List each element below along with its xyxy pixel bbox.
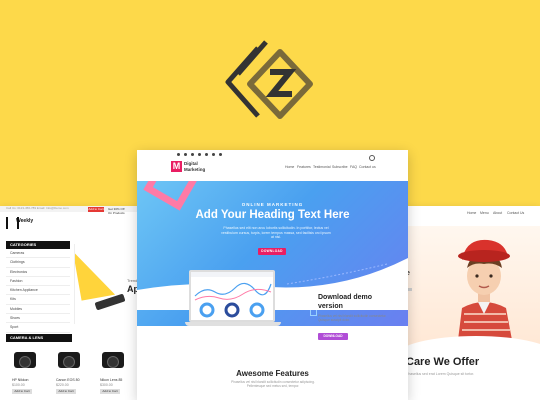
add-to-cart-button[interactable]: Add to Cart bbox=[12, 389, 32, 394]
category-item[interactable]: Clothings bbox=[6, 258, 70, 268]
product-price: $100.00 bbox=[12, 383, 25, 387]
facebook-icon[interactable] bbox=[177, 153, 180, 156]
category-item[interactable]: Kits bbox=[6, 295, 70, 305]
nav-item[interactable]: Contact Us bbox=[507, 211, 524, 215]
download-button[interactable]: DOWNLOAD bbox=[318, 333, 348, 340]
site-logo-text: Marketing bbox=[184, 167, 206, 172]
promo-banner[interactable]: Trend Ap bbox=[74, 244, 140, 324]
rss-icon[interactable] bbox=[219, 153, 222, 156]
product-card[interactable]: Canon EOS 80 $220.00 Add to Cart bbox=[52, 346, 88, 400]
square-outline-shape bbox=[310, 309, 317, 316]
hero-lead: Phasellus sed elit non arcu lobortis sol… bbox=[221, 226, 331, 239]
instagram-icon[interactable] bbox=[205, 153, 208, 156]
hero-heading: Add Your Heading Text Here bbox=[195, 209, 350, 221]
lens-icon bbox=[63, 356, 75, 368]
download-title: Download demo version bbox=[318, 294, 373, 310]
laptop-base bbox=[185, 322, 281, 326]
nav-item[interactable]: Features bbox=[297, 165, 311, 169]
promo-line: On Products bbox=[108, 211, 125, 215]
yellow-shape bbox=[75, 245, 116, 301]
child-photo bbox=[458, 239, 512, 340]
category-item[interactable]: Electronics bbox=[6, 268, 70, 277]
nav-item[interactable]: Contact us bbox=[359, 165, 376, 169]
store-preview-card[interactable]: Call Us: 0123-456-789 Email: Info@Demo.c… bbox=[0, 206, 140, 400]
features-title: Awesome Features bbox=[236, 369, 309, 378]
nav-item[interactable]: About bbox=[493, 211, 502, 215]
linkedin-icon[interactable] bbox=[191, 153, 194, 156]
product-name: Canon EOS 80 bbox=[56, 378, 80, 382]
store-brand: Weekly bbox=[16, 218, 34, 224]
site-logo[interactable]: M bbox=[171, 161, 182, 172]
category-item[interactable]: Mobiles bbox=[6, 305, 70, 315]
product-price: $300.00 bbox=[100, 383, 113, 387]
product-card[interactable]: HP Nikkon $100.00 Add to Cart bbox=[8, 346, 44, 400]
promo-text: Get 30% Off On Products bbox=[108, 207, 138, 215]
lens-icon bbox=[107, 356, 119, 368]
kids-preview-card[interactable]: Home Menu About Contact Us e Care We Off… bbox=[406, 206, 540, 400]
product-card[interactable]: Nikon Lens 85 $300.00 Add to Cart bbox=[96, 346, 132, 400]
categories-header: CATEGORIES bbox=[6, 241, 70, 249]
dashboard-chart-icon bbox=[191, 272, 273, 318]
product-name: HP Nikkon bbox=[12, 378, 29, 382]
product-price: $220.00 bbox=[56, 383, 69, 387]
nav-item[interactable]: Home bbox=[467, 211, 476, 215]
product-name: Nikon Lens 85 bbox=[100, 378, 123, 382]
z-diamond-logo-icon bbox=[225, 40, 313, 119]
nav-item[interactable]: Subscribe bbox=[332, 165, 348, 169]
section-header: CAMERA & LENS bbox=[6, 334, 72, 342]
laptop-dashboard-image bbox=[185, 270, 281, 332]
category-item[interactable]: Cameras bbox=[6, 249, 70, 259]
nav-item[interactable]: FAQ bbox=[350, 165, 357, 169]
nav-item[interactable]: Menu bbox=[480, 211, 489, 215]
nav-item[interactable]: Home bbox=[285, 165, 294, 169]
site-logo-text: Digital bbox=[184, 161, 198, 166]
top-cart-button[interactable]: Add to Cart bbox=[88, 207, 104, 212]
youtube-icon[interactable] bbox=[212, 153, 215, 156]
banner-small-text: Trend bbox=[127, 278, 138, 283]
category-item[interactable]: Sport bbox=[6, 323, 70, 333]
section-title: Care We Offer bbox=[406, 356, 480, 368]
categories-list: Cameras Clothings Electronics Fashion Ki… bbox=[6, 249, 70, 333]
twitter-icon[interactable] bbox=[184, 153, 187, 156]
dashboard-screen bbox=[189, 270, 275, 322]
search-icon[interactable] bbox=[369, 155, 375, 161]
marketing-preview-card[interactable]: M Digital Marketing Home Features Testim… bbox=[137, 150, 408, 400]
section-subtitle: Phasellus sed erat Lorem Quisque sit tor… bbox=[406, 372, 475, 376]
features-text: Phasellus vel nisl blandit sollicitudin … bbox=[231, 380, 315, 389]
category-item[interactable]: Kitchen Appliance bbox=[6, 286, 70, 296]
contact-text: Call Us: 0123-456-789 Email: Info@Demo.c… bbox=[6, 206, 69, 210]
download-text: Phasellus vel nisl blandit sollicitudin … bbox=[318, 314, 387, 323]
hero-eyebrow: ONLINE MARKETING bbox=[241, 202, 304, 207]
category-item[interactable]: Fashion bbox=[6, 277, 70, 287]
pinterest-icon[interactable] bbox=[198, 153, 201, 156]
add-to-cart-button[interactable]: Add to Cart bbox=[100, 389, 120, 394]
nav-item[interactable]: Testimonial bbox=[313, 165, 331, 169]
category-item[interactable]: Shoes bbox=[6, 314, 70, 324]
lens-icon bbox=[19, 356, 31, 368]
add-to-cart-button[interactable]: Add to Cart bbox=[56, 389, 76, 394]
